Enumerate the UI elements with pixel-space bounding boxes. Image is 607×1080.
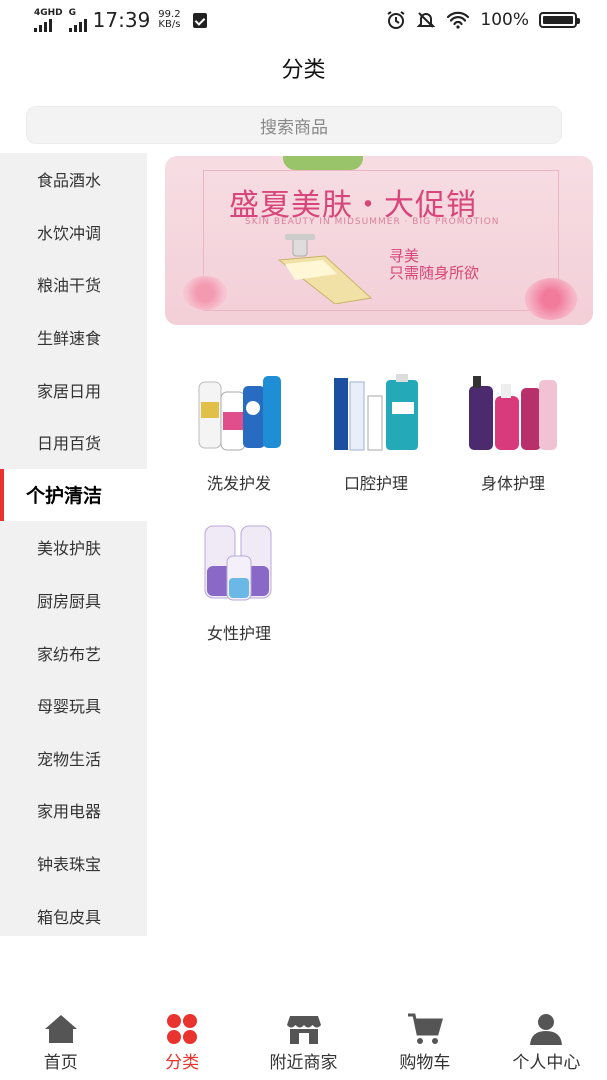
signal-icon-2	[68, 18, 87, 32]
flower-decoration	[183, 276, 227, 310]
battery-icon	[539, 12, 580, 28]
network-indicator-2: G	[68, 7, 87, 32]
leaf-decoration	[283, 156, 363, 170]
store-icon	[286, 1016, 321, 1044]
tab-category[interactable]: 分类	[121, 1000, 242, 1080]
banner-subtitle: SKIN BEAUTY IN MIDSUMMER · BIG PROMOTION	[245, 217, 500, 227]
cart-icon	[407, 1013, 443, 1044]
sidebar-item[interactable]: 食品酒水	[0, 153, 147, 206]
tab-home[interactable]: 首页	[0, 1000, 121, 1080]
category-label: 口腔护理	[343, 474, 408, 493]
sidebar-item[interactable]: 家纺布艺	[0, 626, 147, 679]
category-item-oralcare[interactable]: 口腔护理	[321, 372, 431, 494]
tab-label: 个人中心	[512, 1053, 581, 1073]
search-placeholder: 搜索商品	[260, 117, 328, 138]
flower-decoration-2	[525, 278, 577, 320]
tab-nearby-stores[interactable]: 附近商家	[243, 1000, 364, 1080]
clock: 17:39	[92, 8, 151, 32]
feminine-care-image	[204, 525, 272, 601]
sidebar-item[interactable]: 生鲜速食	[0, 311, 147, 364]
page-title: 分类	[281, 58, 326, 83]
category-icon	[167, 1014, 198, 1044]
signal-icon	[34, 18, 52, 32]
mute-bell-icon	[416, 12, 436, 28]
search-input[interactable]: 搜索商品	[26, 106, 562, 144]
battery-percent: 100%	[480, 10, 529, 30]
promo-banner[interactable]: 盛夏美肤・大促销 SKIN BEAUTY IN MIDSUMMER · BIG …	[165, 156, 593, 325]
network-g-label: G	[68, 7, 77, 18]
body-wash-image	[469, 376, 557, 450]
sidebar-item[interactable]: 个护清洁	[0, 468, 147, 522]
sidebar-item[interactable]: 钟表珠宝	[0, 837, 147, 890]
status-bar: 4GHD G 17:39 99.2 KB/s 100%	[0, 0, 607, 40]
category-label: 身体护理	[480, 474, 545, 493]
network-indicator: 4GHD	[34, 7, 63, 32]
tab-cart[interactable]: 购物车	[364, 1000, 485, 1080]
lotion-bottle-image	[277, 234, 373, 304]
category-sidebar: 食品酒水 水饮冲调 粮油干货 生鲜速食 家居日用 日用百货 个护清洁 美妆护肤 厨房厨具 家纺布艺…	[0, 153, 147, 936]
tab-label: 购物车	[399, 1053, 451, 1073]
sidebar-item[interactable]: 日用百货	[0, 416, 147, 469]
speed-unit: KB/s	[158, 19, 181, 30]
sidebar-item[interactable]: 家用电器	[0, 784, 147, 837]
sidebar-item[interactable]: 宠物生活	[0, 732, 147, 785]
alarm-icon	[387, 11, 405, 29]
sidebar-item[interactable]: 粮油干货	[0, 258, 147, 311]
category-label: 洗发护发	[206, 474, 271, 493]
user-icon	[530, 1014, 563, 1045]
network-type-label: 4GHD	[34, 7, 63, 18]
bottom-tab-bar: 首页 分类 附近商家 购物车 个人中心	[0, 1000, 607, 1080]
sidebar-item[interactable]: 母婴玩具	[0, 679, 147, 732]
tab-label: 附近商家	[269, 1053, 338, 1073]
category-item-haircare[interactable]: 洗发护发	[184, 372, 294, 494]
home-icon	[44, 1015, 77, 1043]
banner-slogan-2: 只需随身所欲	[389, 264, 480, 282]
sidebar-item[interactable]: 厨房厨具	[0, 574, 147, 627]
toothpaste-image	[334, 374, 418, 451]
shampoo-bottles-image	[198, 376, 281, 451]
category-label: 女性护理	[206, 624, 271, 643]
tab-label: 首页	[43, 1053, 78, 1073]
wifi-icon	[447, 11, 470, 29]
tab-profile[interactable]: 个人中心	[486, 1000, 607, 1080]
sidebar-item[interactable]: 家居日用	[0, 363, 147, 416]
category-item-bodycare[interactable]: 身体护理	[458, 372, 568, 494]
notification-check-icon	[192, 12, 207, 28]
sidebar-item[interactable]: 水饮冲调	[0, 206, 147, 259]
sidebar-item[interactable]: 美妆护肤	[0, 521, 147, 574]
category-item-feminine[interactable]: 女性护理	[184, 522, 294, 644]
sidebar-item[interactable]: 箱包皮具	[0, 889, 147, 942]
network-speed: 99.2 KB/s	[158, 10, 180, 30]
tab-label: 分类	[165, 1053, 200, 1073]
